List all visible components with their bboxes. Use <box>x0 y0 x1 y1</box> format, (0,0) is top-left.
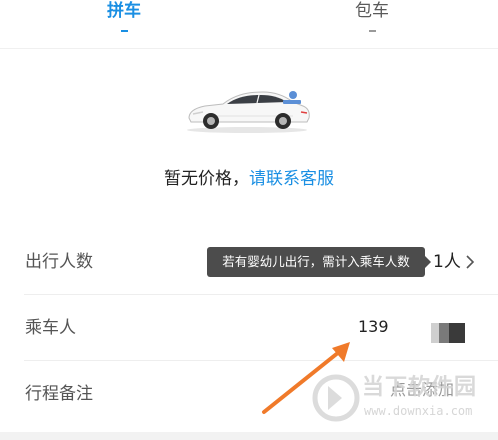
rider-redacted-block <box>431 323 465 343</box>
contact-service-link[interactable]: 请联系客服 <box>249 169 334 189</box>
car-image <box>187 91 310 133</box>
price-none-text: 暂无价格， <box>164 169 249 189</box>
watermark-logo-icon <box>312 374 360 422</box>
rider-phone: 139 <box>358 317 389 336</box>
passenger-count-value[interactable]: 1人 <box>433 249 461 275</box>
tab-charter-label: 包车 <box>355 1 389 21</box>
tab-carpool-label: 拼车 <box>107 1 141 21</box>
tab-carpool[interactable]: 拼车 <box>95 0 153 40</box>
watermark-url: www.downxia.com <box>364 404 473 418</box>
rider-label: 乘车人 <box>25 318 76 338</box>
watermark-title: 当下软件园 <box>362 375 478 400</box>
passenger-count-label: 出行人数 <box>25 252 93 272</box>
infant-tooltip: 若有婴幼儿出行，需计入乘车人数 <box>207 247 431 277</box>
tab-charter[interactable]: 包车 <box>343 0 401 40</box>
tab-carpool-indicator <box>120 30 128 32</box>
footer-band <box>0 432 498 440</box>
rider-row[interactable]: 乘车人 <box>0 295 498 361</box>
remark-label: 行程备注 <box>25 384 93 404</box>
watermark: 当下软件园 www.downxia.com <box>310 374 498 424</box>
tab-charter-indicator <box>368 30 376 32</box>
tab-bar: 拼车 包车 <box>0 0 498 48</box>
tabs-divider <box>0 48 498 49</box>
chevron-right-icon[interactable] <box>463 253 477 271</box>
price-line: 暂无价格，请联系客服 <box>0 166 498 192</box>
